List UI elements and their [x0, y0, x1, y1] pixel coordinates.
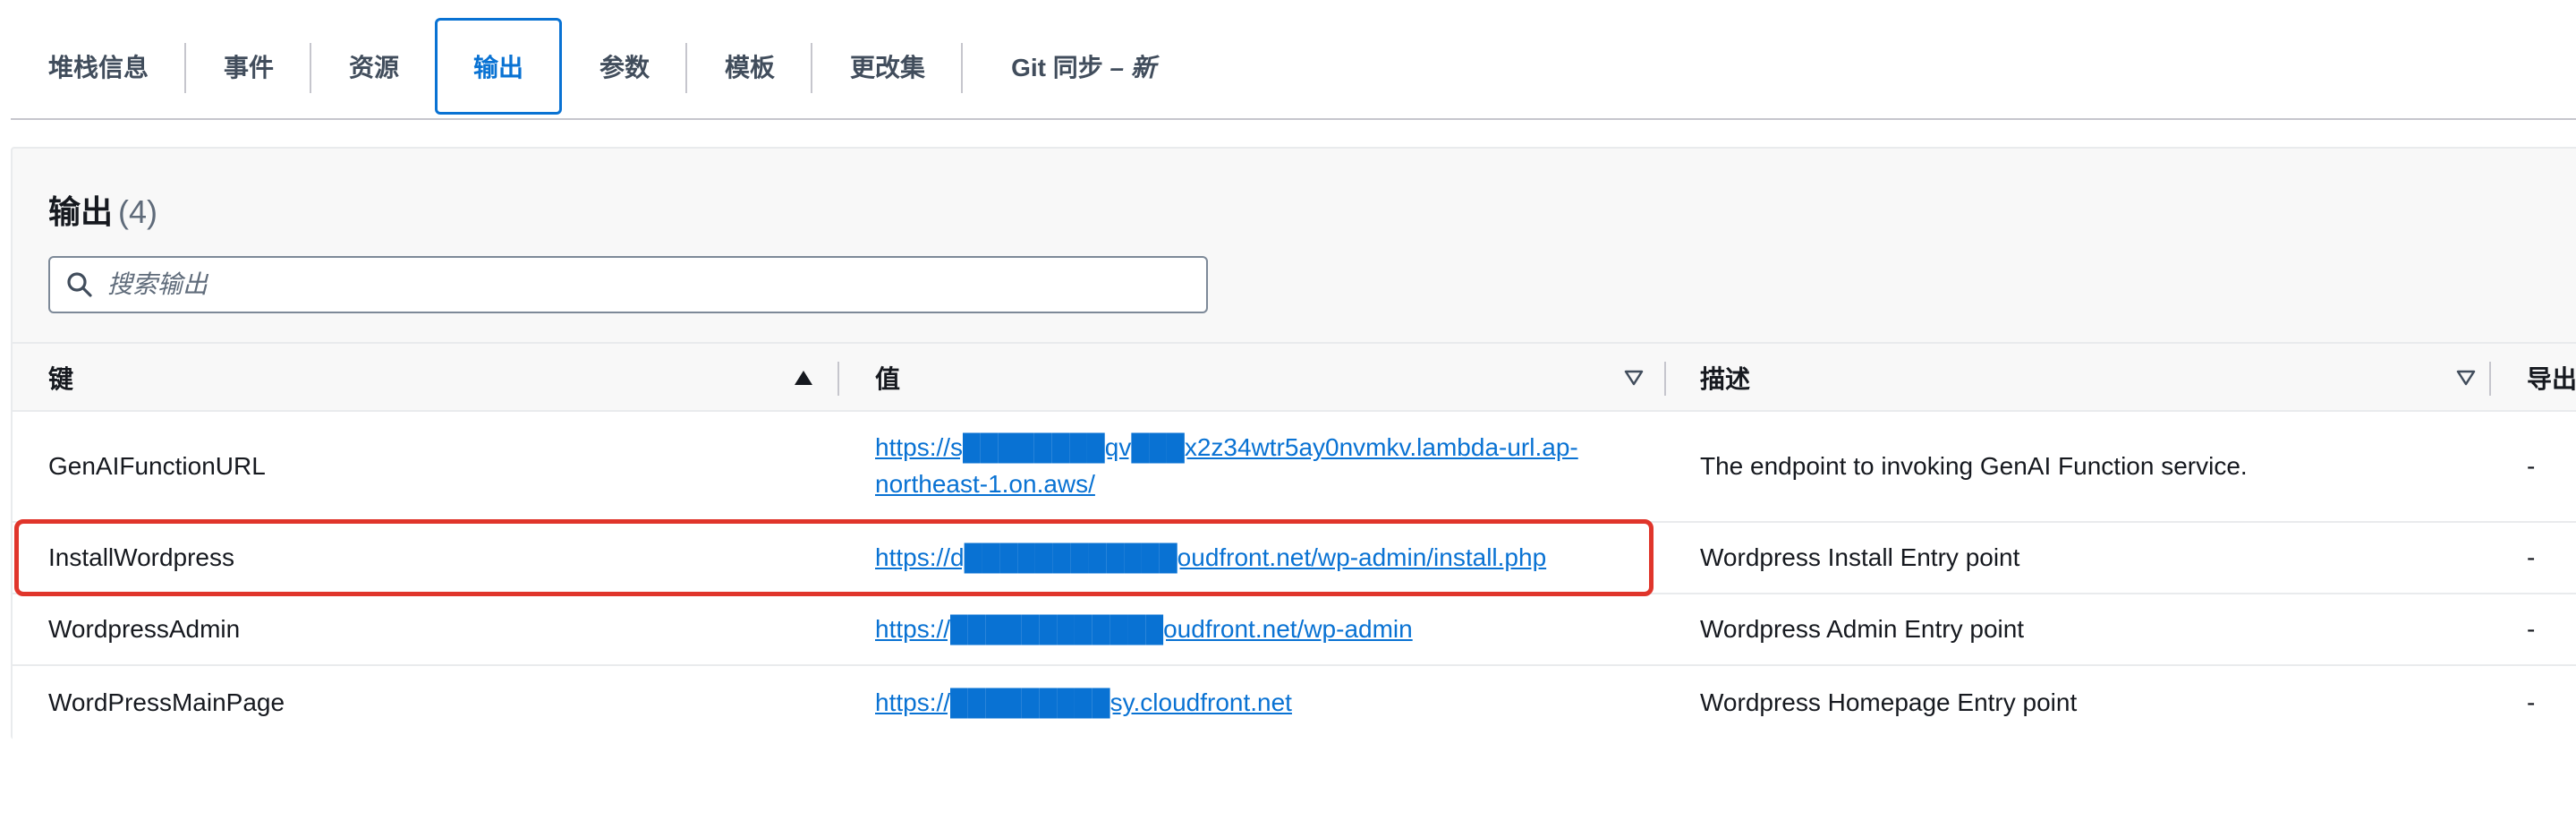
output-export: - [2527, 615, 2536, 643]
output-export: - [2527, 452, 2536, 480]
output-description: The endpoint to invoking GenAI Function … [1700, 452, 2248, 480]
search-icon [67, 272, 92, 297]
table-header: 键 值 描述 导出 [13, 342, 2576, 412]
tab-git-sync-label: Git 同步 [1011, 54, 1103, 81]
outputs-container: 输出(4) 键 值 描述 导出 GenAIFunctionURL [11, 147, 2576, 739]
output-key: WordpressAdmin [48, 615, 241, 643]
column-header-value[interactable]: 值 [875, 344, 900, 412]
tab-change-sets[interactable]: 更改集 [812, 18, 963, 115]
column-header-key[interactable]: 键 [48, 344, 73, 412]
tab-resources[interactable]: 资源 [311, 18, 437, 115]
output-key: GenAIFunctionURL [48, 452, 266, 480]
output-description: Wordpress Homepage Entry point [1700, 688, 2078, 716]
column-resizer[interactable] [1664, 362, 1666, 396]
output-description: Wordpress Install Entry point [1700, 543, 2020, 571]
output-value: https://█████████sy.cloudfront.net [875, 666, 1292, 739]
sort-descending-icon[interactable] [2455, 369, 2477, 387]
sort-ascending-icon[interactable] [793, 369, 814, 387]
search-input[interactable] [106, 257, 1206, 312]
output-value: https://s████████qv███x2z34wtr5ay0nvmkv.… [875, 412, 1582, 521]
output-value-link[interactable]: https://████████████oudfront.net/wp-admi… [875, 615, 1413, 644]
tab-parameters[interactable]: 参数 [562, 18, 687, 115]
column-resizer[interactable] [837, 362, 839, 396]
output-description: Wordpress Admin Entry point [1700, 615, 2025, 643]
tab-git-sync[interactable]: Git 同步 – 新 [963, 18, 1204, 115]
table-body: GenAIFunctionURL https://s████████qv███x… [13, 412, 2576, 739]
tab-template[interactable]: 模板 [687, 18, 812, 115]
table-row: InstallWordpress https://d████████████ou… [13, 523, 2576, 594]
tab-stack-info[interactable]: 堆栈信息 [11, 18, 186, 115]
output-value: https://████████████oudfront.net/wp-admi… [875, 594, 1413, 664]
tab-bar: 堆栈信息 事件 资源 输出 参数 模板 更改集 Git 同步 – 新 [11, 0, 2576, 120]
table-row: GenAIFunctionURL https://s████████qv███x… [13, 412, 2576, 523]
tab-events[interactable]: 事件 [186, 18, 311, 115]
column-header-export[interactable]: 导出 [2527, 344, 2576, 412]
output-value-link[interactable]: https://s████████qv███x2z34wtr5ay0nvmkv.… [875, 433, 1578, 461]
output-key: InstallWordpress [48, 543, 235, 571]
output-value-link[interactable]: northeast-1.on.aws/ [875, 470, 1095, 498]
tab-outputs[interactable]: 输出 [435, 18, 562, 115]
outputs-title: 输出 [48, 193, 114, 230]
search-field[interactable] [48, 256, 1208, 313]
output-value-link[interactable]: https://d████████████oudfront.net/wp-adm… [875, 543, 1546, 572]
outputs-heading: 输出 (4) [48, 186, 157, 233]
column-resizer[interactable] [2489, 362, 2491, 396]
outputs-count: (4) [118, 193, 158, 230]
tab-git-sync-new-badge: – 新 [1109, 54, 1156, 81]
table-row: WordPressMainPage https://█████████sy.cl… [13, 666, 2576, 739]
output-key: WordPressMainPage [48, 688, 285, 716]
column-header-description[interactable]: 描述 [1700, 344, 1750, 412]
output-export: - [2527, 543, 2536, 571]
table-row: WordpressAdmin https://████████████oudfr… [13, 594, 2576, 666]
output-value: https://d████████████oudfront.net/wp-adm… [875, 523, 1546, 593]
output-value-link[interactable]: https://█████████sy.cloudfront.net [875, 688, 1292, 717]
sort-descending-icon[interactable] [1623, 369, 1645, 387]
output-export: - [2527, 688, 2536, 716]
